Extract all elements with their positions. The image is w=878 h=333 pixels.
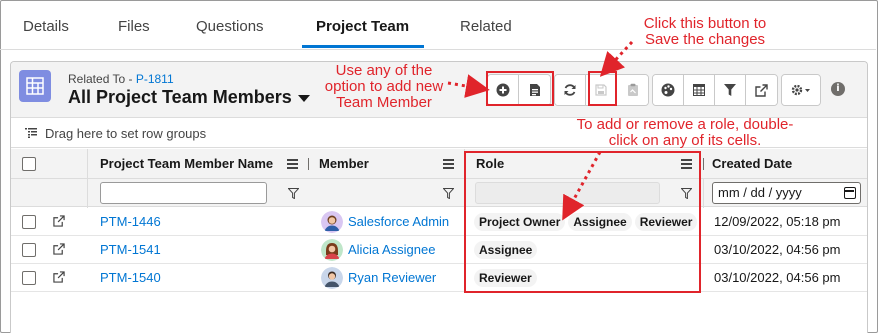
arrow-to-role-cells <box>562 151 602 221</box>
arrow-to-save-button <box>599 40 634 77</box>
arrow-to-add-buttons <box>447 74 490 98</box>
annotation-arrows <box>447 40 634 221</box>
